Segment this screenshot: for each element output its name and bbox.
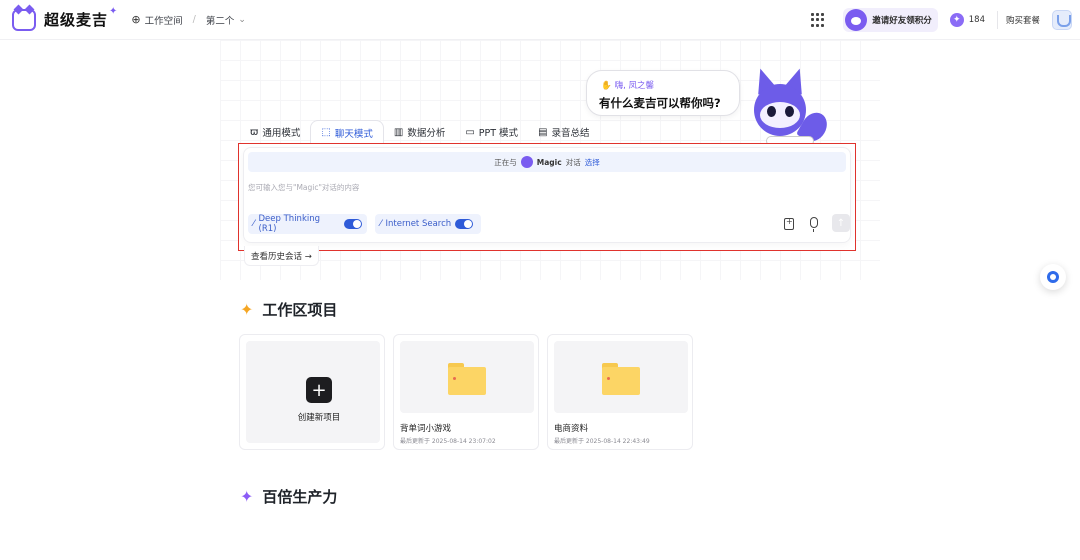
agent-status-bar: 正在与 Magic 对话 选择 [248, 152, 846, 172]
send-button[interactable]: ↑ [832, 214, 850, 232]
buy-plan-button[interactable]: 购买套餐 [996, 11, 1048, 29]
chat-mode-icon: ⬚ [321, 127, 331, 138]
choose-agent-link[interactable]: 选择 [585, 157, 600, 168]
greeting-hello: 嗨, 凤之馨 [614, 81, 654, 91]
fox-mascot-icon [845, 9, 868, 31]
toggle-switch[interactable] [455, 219, 474, 229]
chat-composer: 正在与 Magic 对话 选择 您可输入您与"Magic"对话的内容 ⁄ Dee… [243, 147, 851, 243]
project-card[interactable]: 电商资料 最后更新于 2025-08-14 22:43:49 [547, 334, 693, 450]
workspace-icon: ⊕ [131, 13, 141, 26]
plus-icon: + [306, 377, 332, 403]
workspace-section-header: ✦ 工作区项目 [240, 299, 337, 320]
magic-wand-icon: ⁄ [380, 219, 382, 229]
presentation-icon: ▭ [465, 126, 475, 138]
toggle-switch[interactable] [344, 219, 362, 229]
greeting-bubble: ✋ 嗨, 凤之馨 有什么麦吉可以帮你吗? [586, 70, 740, 116]
create-project-label: 创建新项目 [297, 413, 341, 423]
project-updated-time: 最后更新于 2025-08-14 22:43:49 [554, 438, 650, 445]
points-display[interactable]: ✦ 184 [949, 13, 985, 27]
tab-recording-summary[interactable]: ▤ 录音总结 [528, 120, 599, 144]
logo-icon [12, 8, 36, 31]
attach-file-icon[interactable] [784, 217, 794, 230]
general-mode-icon: ϖ [250, 126, 259, 138]
magic-wand-icon: ⁄ [253, 219, 255, 229]
tab-ppt[interactable]: ▭ PPT 模式 [455, 120, 528, 144]
project-name: 背单词小游戏 [400, 424, 452, 434]
create-project-card[interactable]: + 创建新项目 [239, 334, 385, 450]
productivity-title: 百倍生产力 [262, 488, 338, 506]
bar-chart-icon: ▥ [393, 126, 404, 138]
logo-text: 超级麦吉 [44, 11, 109, 29]
mode-tabs: ϖ 通用模式 ⬚ 聊天模式 ▥ 数据分析 ▭ PPT 模式 ▤ 录音总结 [240, 120, 600, 144]
invite-friends-button[interactable]: 邀请好友领积分 [843, 8, 938, 32]
productivity-section-header: ✦ 百倍生产力 [240, 486, 337, 507]
chat-input-panel: 正在与 Magic 对话 选择 您可输入您与"Magic"对话的内容 ⁄ Dee… [238, 143, 856, 251]
deep-thinking-toggle[interactable]: ⁄ Deep Thinking (R1) [248, 214, 367, 234]
chevron-down-icon[interactable]: ⌄ [238, 15, 246, 25]
project-updated-time: 最后更新于 2025-08-14 23:07:02 [400, 438, 496, 445]
view-history-link[interactable]: 查看历史会话 → [244, 246, 319, 266]
points-value: 184 [968, 15, 985, 25]
internet-search-toggle[interactable]: ⁄ Internet Search [375, 214, 481, 234]
folder-icon [602, 363, 640, 395]
apps-grid-icon[interactable] [811, 13, 825, 27]
chat-input[interactable]: 您可输入您与"Magic"对话的内容 [248, 182, 359, 193]
chat-bubble-icon [1047, 271, 1059, 283]
waving-hand-icon: ✋ [601, 81, 612, 91]
tab-data-analysis[interactable]: ▥ 数据分析 [384, 120, 455, 144]
project-card[interactable]: 背单词小游戏 最后更新于 2025-08-14 23:07:02 [393, 334, 539, 450]
greeting-question: 有什么麦吉可以帮你吗? [599, 96, 721, 110]
floating-assistant-button[interactable] [1040, 264, 1066, 290]
sparkle-icon: ✦ [240, 300, 254, 319]
agent-avatar-icon [520, 156, 533, 168]
breadcrumb: ⊕ 工作空间 / 第二个 ⌄ [131, 13, 246, 27]
top-header: 超级麦吉 ✦ ⊕ 工作空间 / 第二个 ⌄ 邀请好友领积分 ✦ 184 购买套餐 [0, 0, 1080, 40]
workspace-title: 工作区项目 [262, 301, 338, 319]
sparkle-icon: ✦ [109, 6, 118, 17]
app-logo[interactable]: 超级麦吉 ✦ [12, 6, 118, 31]
folder-icon [448, 363, 486, 395]
fox-mascot-icon [740, 65, 832, 152]
points-icon: ✦ [949, 13, 964, 27]
invite-label: 邀请好友领积分 [872, 16, 932, 26]
avatar[interactable] [1052, 10, 1072, 30]
breadcrumb-separator: / [192, 14, 196, 25]
sparkle-icon: ✦ [240, 487, 254, 506]
header-actions: 邀请好友领积分 ✦ 184 购买套餐 [811, 0, 1072, 40]
tab-general[interactable]: ϖ 通用模式 [240, 120, 310, 144]
breadcrumb-project[interactable]: 第二个 [206, 13, 235, 27]
document-icon: ▤ [538, 126, 548, 138]
breadcrumb-workspace[interactable]: 工作空间 [145, 13, 183, 27]
project-name: 电商资料 [554, 424, 589, 434]
agent-name: Magic [536, 157, 562, 167]
tab-chat[interactable]: ⬚ 聊天模式 [310, 120, 384, 144]
microphone-icon[interactable] [810, 217, 818, 232]
